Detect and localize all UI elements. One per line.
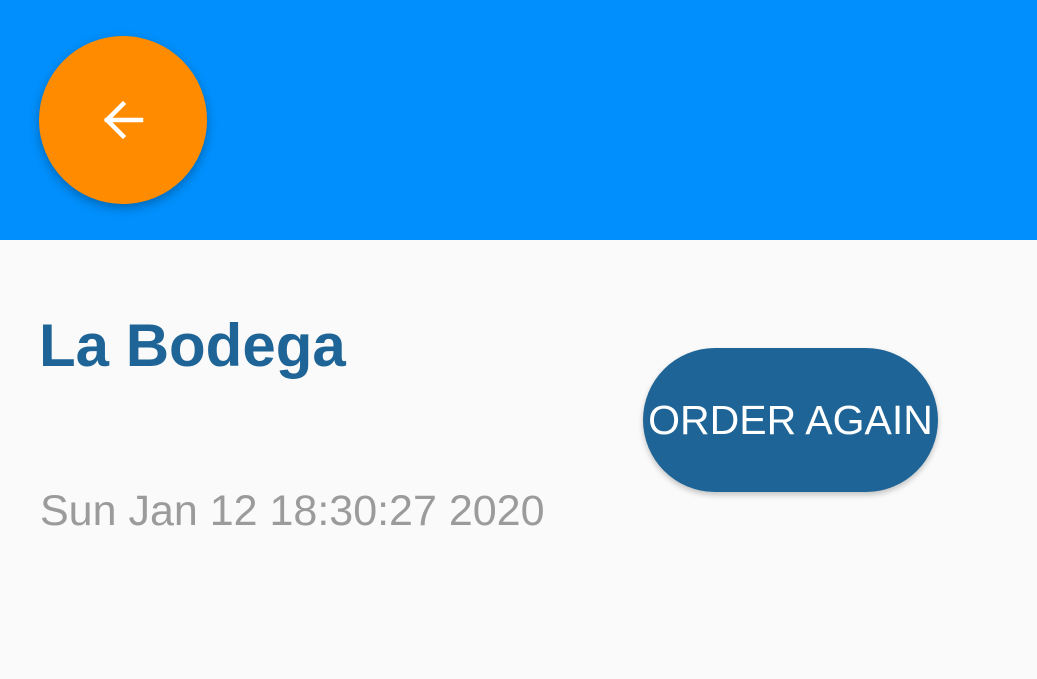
order-detail: La Bodega Sun Jan 12 18:30:27 2020 ORDER… [0, 240, 1037, 679]
back-button[interactable] [39, 36, 207, 204]
order-date: Sun Jan 12 18:30:27 2020 [40, 487, 545, 535]
restaurant-name: La Bodega [39, 312, 346, 379]
order-again-button[interactable]: ORDER AGAIN [643, 348, 938, 492]
order-again-label: ORDER AGAIN [648, 396, 933, 443]
app-bar [0, 0, 1037, 240]
arrow-left-icon [97, 94, 149, 146]
